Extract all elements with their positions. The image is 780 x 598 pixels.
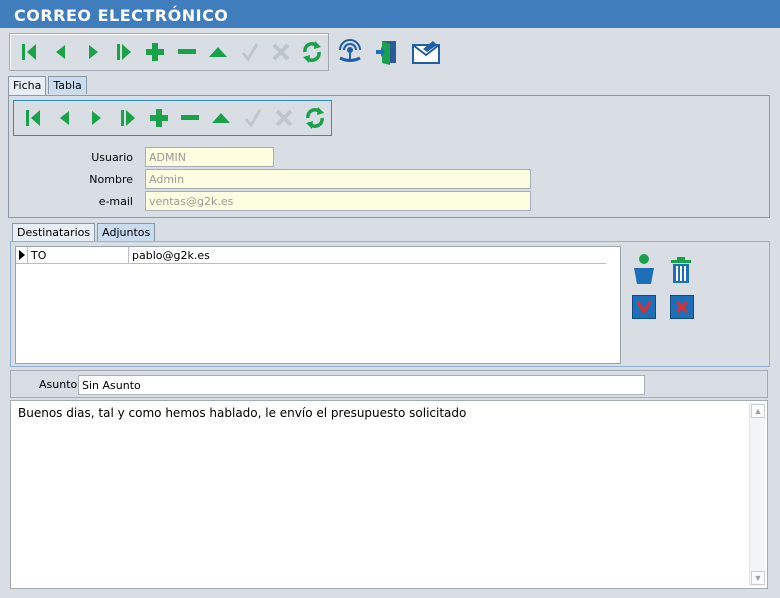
email-field[interactable]: ventas@g2k.es xyxy=(145,191,531,211)
tab-tabla[interactable]: Tabla xyxy=(48,76,87,94)
tab-ficha[interactable]: Ficha xyxy=(8,76,47,95)
recipients-grid[interactable]: TO pablo@g2k.es xyxy=(15,246,621,364)
delete-icon[interactable] xyxy=(171,37,202,67)
recipients-panel: TO pablo@g2k.es xyxy=(10,241,770,367)
recipient-type-cell[interactable]: TO xyxy=(28,247,129,263)
nombre-label: Nombre xyxy=(89,172,133,186)
confirm-icon[interactable] xyxy=(237,103,268,133)
cancel-icon[interactable] xyxy=(268,103,299,133)
add-person-icon[interactable] xyxy=(631,252,657,289)
last-record-icon[interactable] xyxy=(112,103,143,133)
tab-destinatarios[interactable]: Destinatarios xyxy=(12,223,96,242)
table-row[interactable]: TO pablo@g2k.es xyxy=(16,247,606,264)
last-record-icon[interactable] xyxy=(108,37,139,67)
subject-input[interactable]: Sin Asunto xyxy=(78,375,645,395)
body-scrollbar[interactable]: ▲ ▼ xyxy=(749,403,765,586)
recipients-tabs: Destinatarios Adjuntos xyxy=(12,223,157,242)
accept-v-icon[interactable] xyxy=(632,295,656,319)
detail-toolbar xyxy=(13,100,332,136)
recipient-address-cell[interactable]: pablo@g2k.es xyxy=(129,247,606,263)
refresh-icon[interactable] xyxy=(297,37,328,67)
main-toolbar xyxy=(9,33,329,71)
broadcast-icon[interactable] xyxy=(334,37,366,67)
next-record-icon[interactable] xyxy=(77,37,108,67)
usuario-row: Usuario ADMIN xyxy=(9,147,274,167)
next-record-icon[interactable] xyxy=(81,103,112,133)
first-record-icon[interactable] xyxy=(14,37,45,67)
delete-icon[interactable] xyxy=(174,103,205,133)
prev-record-icon[interactable] xyxy=(45,37,76,67)
row-indicator-icon xyxy=(16,247,28,263)
add-icon[interactable] xyxy=(140,37,171,67)
window-title: CORREO ELECTRÓNICO xyxy=(0,0,780,28)
extra-toolbar xyxy=(334,36,442,68)
nombre-row: Nombre Admin xyxy=(9,169,531,189)
first-record-icon[interactable] xyxy=(18,103,49,133)
subject-label: Asunto xyxy=(39,378,78,391)
add-icon[interactable] xyxy=(143,103,174,133)
scroll-down-icon[interactable]: ▼ xyxy=(751,571,765,585)
trash-icon[interactable] xyxy=(669,256,693,287)
message-body[interactable]: Buenos dias, tal y como hemos hablado, l… xyxy=(10,400,768,589)
exit-door-icon[interactable] xyxy=(372,37,404,67)
prev-record-icon[interactable] xyxy=(49,103,80,133)
top-tabs: Ficha Tabla xyxy=(8,76,89,95)
usuario-label: Usuario xyxy=(91,150,133,164)
email-row: e-mail ventas@g2k.es xyxy=(9,191,531,211)
confirm-icon[interactable] xyxy=(234,37,265,67)
scroll-up-icon[interactable]: ▲ xyxy=(751,404,765,418)
nombre-field[interactable]: Admin xyxy=(145,169,531,189)
ficha-panel: Usuario ADMIN Nombre Admin e-mail ventas… xyxy=(8,95,770,218)
email-send-icon[interactable] xyxy=(410,37,442,67)
subject-panel: Asunto Sin Asunto xyxy=(10,370,768,398)
refresh-icon[interactable] xyxy=(300,103,331,133)
email-label: e-mail xyxy=(98,194,133,208)
tab-adjuntos[interactable]: Adjuntos xyxy=(97,223,156,241)
message-body-text: Buenos dias, tal y como hemos hablado, l… xyxy=(18,406,467,420)
usuario-field[interactable]: ADMIN xyxy=(145,147,274,167)
reject-x-icon[interactable] xyxy=(670,295,694,319)
edit-icon[interactable] xyxy=(202,37,233,67)
cancel-icon[interactable] xyxy=(265,37,296,67)
edit-icon[interactable] xyxy=(206,103,237,133)
